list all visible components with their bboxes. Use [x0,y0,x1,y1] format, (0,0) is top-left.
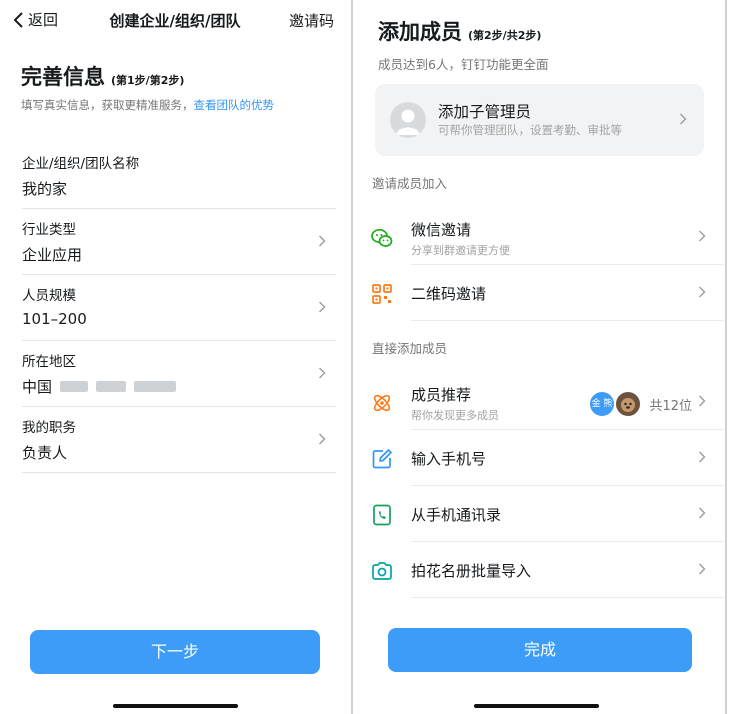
chevron-right-icon [319,367,326,379]
avatar-photo [614,390,642,418]
nav-bar: 返回 创建企业/组织/团队 邀请码 [0,0,350,40]
phone-contacts-icon [373,504,391,526]
chevron-right-icon [699,286,706,298]
field-label: 人员规模 [22,288,76,304]
done-button[interactable]: 完成 [388,628,692,672]
row-title: 成员推荐 [411,386,472,404]
chevron-right-icon [699,451,706,463]
home-indicator [113,704,238,708]
row-title: 微信邀请 [411,221,472,239]
row-title: 输入手机号 [411,450,487,468]
industry-field[interactable]: 行业类型 企业应用 [22,209,336,275]
chevron-right-icon [699,563,706,575]
region-field[interactable]: 所在地区 中国 [22,341,336,407]
add-members-heading: 添加成员 (第2步/共2步) 成员达到6人，钉钉功能更全面 [378,16,548,73]
heading-hint: 成员达到6人，钉钉功能更全面 [378,57,549,72]
atom-icon [373,394,391,412]
next-step-button[interactable]: 下一步 [30,630,320,674]
heading-title: 完善信息 [21,65,105,89]
wechat-invite-row[interactable]: 微信邀请 分享到群邀请更方便 [356,209,724,265]
card-title: 添加子管理员 [438,103,532,121]
qrcode-invite-row[interactable]: 二维码邀请 [356,265,724,321]
chevron-right-icon [319,301,326,313]
field-value: 企业应用 [22,246,83,264]
row-title: 从手机通讯录 [411,506,502,524]
chevron-right-icon [319,235,326,247]
position-field[interactable]: 我的职务 负责人 [22,407,336,473]
avatar-placeholder-icon [390,102,426,138]
info-form: 企业/组织/团队名称 我的家 行业类型 企业应用 人员规模 101–200 所在… [22,143,336,473]
team-advantage-link[interactable]: 查看团队的优势 [194,98,275,112]
heading-title: 添加成员 [378,20,462,44]
home-indicator [474,704,599,708]
team-size-field[interactable]: 人员规模 101–200 [22,275,336,341]
wechat-icon [371,228,393,247]
camera-icon [372,562,392,580]
row-divider [411,597,724,598]
step-indicator: (第2步/共2步) [468,29,542,42]
phone-contacts-row[interactable]: 从手机通讯录 [356,486,724,542]
chevron-right-icon [699,230,706,242]
enter-phone-row[interactable]: 输入手机号 [356,430,724,486]
field-value: 我的家 [22,180,68,198]
field-value: 负责人 [22,444,68,462]
add-members-screen: 添加成员 (第2步/共2步) 成员达到6人，钉钉功能更全面 添加子管理员 可帮你… [356,0,724,714]
recommended-avatars: 金 熊 [588,390,648,418]
blurred-text [134,381,177,392]
row-title: 二维码邀请 [411,285,487,303]
field-value: 中国 [22,378,53,396]
qrcode-icon [372,284,392,304]
field-label: 企业/组织/团队名称 [22,156,140,172]
region-value: 中国 [22,376,336,397]
create-team-screen: 返回 创建企业/组织/团队 邀请码 完善信息 (第1步/第2步) 填写真实信息，… [0,0,350,714]
invite-code-button[interactable]: 邀请码 [289,10,334,31]
roster-import-row[interactable]: 拍花名册批量导入 [356,542,724,598]
step-indicator: (第1步/第2步) [111,74,185,87]
field-label: 所在地区 [22,354,76,370]
row-title: 拍花名册批量导入 [411,562,532,580]
form-heading: 完善信息 (第1步/第2步) 填写真实信息，获取更精准服务，查看团队的优势 [21,61,274,113]
card-subtitle: 可帮你管理团队，设置考勤、审批等 [438,123,622,137]
row-subtitle: 帮你发现更多成员 [411,409,499,422]
section-label-direct: 直接添加成员 [372,341,448,356]
row-divider [411,320,724,321]
team-name-field[interactable]: 企业/组织/团队名称 我的家 [22,143,336,209]
edit-phone-icon [372,449,392,469]
member-recommend-row[interactable]: 成员推荐 帮你发现更多成员 金 熊 共12位 [356,374,724,430]
section-label-invite: 邀请成员加入 [372,176,448,191]
blurred-text [60,381,89,392]
chevron-right-icon [680,113,687,125]
recommend-count: 共12位 [649,399,692,414]
chevron-right-icon [699,395,706,407]
add-sub-admin-card[interactable]: 添加子管理员 可帮你管理团队，设置考勤、审批等 [375,84,704,156]
avatar: 金 熊 [588,390,616,418]
heading-hint: 填写真实信息，获取更精准服务， [21,98,194,112]
screen-divider [725,0,727,714]
row-subtitle: 分享到群邀请更方便 [411,244,510,257]
field-label: 行业类型 [22,222,76,238]
field-label: 我的职务 [22,420,76,436]
field-value: 101–200 [22,310,87,328]
chevron-right-icon [699,507,706,519]
blurred-text [96,381,127,392]
chevron-right-icon [319,433,326,445]
screen-divider [351,0,353,714]
